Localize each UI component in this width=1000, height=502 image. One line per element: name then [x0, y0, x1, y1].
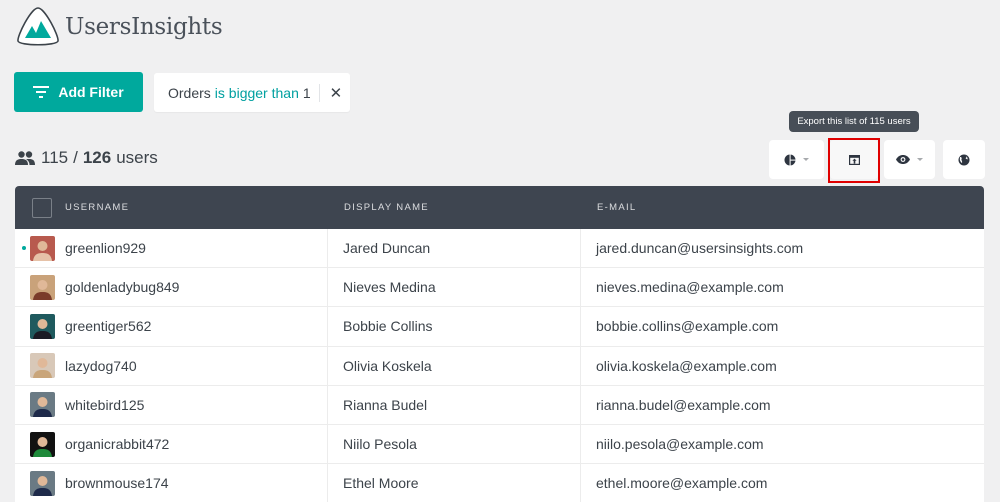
cell-display-name: Niilo Pesola	[328, 424, 581, 464]
cell-username: whitebird125	[15, 385, 328, 424]
avatar-image	[30, 274, 55, 300]
avatar[interactable]	[30, 431, 55, 457]
select-all-checkbox[interactable]	[32, 197, 52, 218]
avatar-image	[30, 470, 55, 496]
avatar[interactable]	[30, 274, 55, 300]
filter-icon	[33, 86, 50, 98]
table-row[interactable]: brownmouse174 Ethel Moore ethel.moore@ex…	[15, 464, 984, 502]
cell-display-name: Bobbie Collins	[328, 307, 581, 346]
app-name: UsersInsights	[65, 14, 223, 40]
chevron-down-icon	[917, 158, 923, 161]
export-button[interactable]	[830, 140, 878, 179]
cell-email: niilo.pesola@example.com	[596, 436, 764, 453]
app-logo[interactable]: UsersInsights	[15, 6, 223, 48]
cell-email: olivia.koskela@example.com	[596, 357, 777, 374]
online-status-dot	[22, 246, 26, 251]
cell-email: nieves.medina@example.com	[596, 279, 784, 296]
table-row[interactable]: organicrabbit472 Niilo Pesola niilo.peso…	[15, 424, 984, 465]
table-row[interactable]: goldenladybug849 Nieves Medina nieves.me…	[15, 268, 984, 308]
cell-username: goldenladybug849	[15, 268, 328, 307]
username-link[interactable]: greenlion929	[65, 240, 146, 256]
cell-display-name: Rianna Budel	[328, 385, 581, 424]
avatar[interactable]	[30, 235, 55, 261]
cell-email: bobbie.collins@example.com	[596, 318, 779, 335]
export-icon	[848, 154, 860, 165]
cell-display-name: Nieves Medina	[328, 268, 581, 307]
table-row[interactable]: lazydog740 Olivia Koskela olivia.koskela…	[15, 346, 984, 386]
avatar[interactable]	[30, 353, 55, 379]
username-link[interactable]: goldenladybug849	[65, 279, 179, 295]
export-tooltip: Export this list of 115 users	[789, 111, 919, 132]
logo-mountain-icon	[17, 7, 59, 46]
avatar-image	[30, 353, 55, 379]
users-table: USERNAME DISPLAY NAME E-MAIL greenlion92…	[15, 186, 984, 502]
avatar-image	[30, 235, 55, 261]
filter-operator: is bigger than	[214, 84, 299, 101]
cell-email: jared.duncan@usersinsights.com	[596, 240, 804, 257]
column-header-display-name[interactable]: DISPLAY NAME	[328, 202, 581, 213]
add-filter-button[interactable]: Add Filter	[14, 72, 143, 112]
table-row[interactable]: whitebird125 Rianna Budel rianna.budel@e…	[15, 385, 984, 425]
username-link[interactable]: whitebird125	[65, 397, 144, 413]
avatar-image	[30, 392, 55, 418]
cell-username: organicrabbit472	[15, 424, 328, 464]
users-count: 115 / 126 users	[15, 148, 158, 168]
globe-icon	[958, 154, 970, 165]
cell-username: brownmouse174	[15, 464, 328, 502]
cell-email: rianna.budel@example.com	[596, 396, 771, 413]
active-filter-chip[interactable]: Orders is bigger than 1 ✕	[154, 73, 350, 112]
username-link[interactable]: greentiger562	[65, 318, 151, 334]
add-filter-label: Add Filter	[58, 84, 124, 100]
cell-display-name: Jared Duncan	[328, 229, 581, 268]
close-icon[interactable]: ✕	[330, 84, 343, 102]
count-separator: /	[73, 148, 78, 167]
column-header-email[interactable]: E-MAIL	[581, 202, 636, 213]
cell-username: greenlion929	[15, 229, 328, 268]
users-icon	[15, 151, 35, 165]
avatar[interactable]	[30, 313, 55, 339]
cell-username: greentiger562	[15, 307, 328, 346]
avatar[interactable]	[30, 470, 55, 496]
filter-value: 1	[302, 84, 311, 101]
table-row[interactable]: greenlion929 Jared Duncan jared.duncan@u…	[15, 229, 984, 269]
username-link[interactable]: brownmouse174	[65, 475, 169, 491]
avatar[interactable]	[30, 392, 55, 418]
column-header-username[interactable]: USERNAME	[65, 202, 129, 213]
filter-divider	[318, 83, 320, 102]
table-row[interactable]: greentiger562 Bobbie Collins bobbie.coll…	[15, 307, 984, 347]
table-header: USERNAME DISPLAY NAME E-MAIL	[15, 186, 984, 229]
username-link[interactable]: lazydog740	[65, 358, 137, 374]
segments-button[interactable]	[769, 140, 824, 179]
filtered-count: 115	[41, 148, 69, 167]
columns-visibility-button[interactable]	[884, 140, 935, 179]
cell-email: ethel.moore@example.com	[596, 475, 768, 492]
cell-username: lazydog740	[15, 346, 328, 385]
total-count: 126	[82, 148, 112, 167]
cell-display-name: Olivia Koskela	[328, 346, 581, 385]
table-body: greenlion929 Jared Duncan jared.duncan@u…	[15, 229, 984, 502]
avatar-image	[30, 431, 55, 457]
pie-chart-icon	[784, 153, 796, 166]
chevron-down-icon	[803, 158, 809, 161]
map-view-button[interactable]	[943, 140, 985, 179]
eye-icon	[896, 155, 910, 164]
filter-field: Orders	[168, 84, 211, 101]
count-unit: users	[116, 148, 158, 167]
username-link[interactable]: organicrabbit472	[65, 436, 169, 452]
avatar-image	[30, 313, 55, 339]
cell-display-name: Ethel Moore	[328, 464, 581, 502]
